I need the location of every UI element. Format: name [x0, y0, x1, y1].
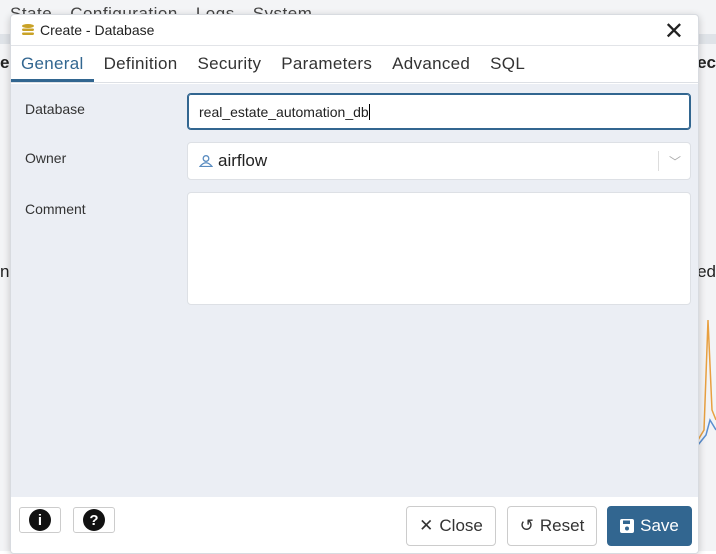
tab-parameters[interactable]: Parameters: [271, 54, 382, 82]
save-button[interactable]: Save: [607, 506, 692, 546]
user-icon: [199, 155, 213, 167]
bg-fragment: ed: [697, 262, 716, 281]
save-label: Save: [640, 516, 679, 535]
owner-value: airflow: [218, 151, 268, 170]
database-name-value: real_estate_automation_db: [199, 103, 369, 120]
database-name-input[interactable]: real_estate_automation_db: [187, 93, 691, 130]
dialog-footer: i ? ✕ Close ↺ Reset Save: [11, 497, 698, 553]
reset-button[interactable]: ↺ Reset: [507, 506, 597, 546]
close-icon[interactable]: ✕: [664, 17, 684, 46]
tab-definition[interactable]: Definition: [94, 54, 188, 82]
reset-label: Reset: [539, 516, 585, 535]
select-separator: [658, 151, 659, 171]
info-icon: i: [29, 509, 51, 531]
bg-fragment: ec: [697, 53, 716, 72]
save-icon: [620, 519, 635, 533]
dialog-titlebar: Create - Database ✕: [11, 15, 698, 46]
owner-select[interactable]: airflow ﹀: [187, 142, 691, 180]
database-label: Database: [25, 101, 85, 117]
tab-bar: General Definition Security Parameters A…: [11, 46, 698, 83]
owner-label: Owner: [25, 150, 67, 166]
help-icon: ?: [83, 509, 105, 531]
chevron-down-icon[interactable]: ﹀: [669, 153, 681, 170]
reset-icon: ↺: [519, 516, 534, 535]
close-icon: ✕: [419, 516, 434, 535]
dialog-title: Create - Database: [40, 22, 155, 38]
bg-fragment: e: [0, 53, 10, 72]
create-database-dialog: Create - Database ✕ General Definition S…: [10, 14, 699, 554]
comment-label: Comment: [25, 201, 86, 217]
database-icon: [22, 24, 34, 35]
close-label: Close: [439, 516, 483, 535]
help-button[interactable]: ?: [73, 507, 115, 533]
tab-general[interactable]: General: [11, 54, 94, 82]
comment-textarea[interactable]: [187, 192, 691, 305]
form-body: Database real_estate_automation_db Owner…: [11, 84, 698, 497]
tab-security[interactable]: Security: [187, 54, 271, 82]
background-chart: [698, 319, 716, 446]
info-button[interactable]: i: [19, 507, 61, 533]
bg-fragment: n: [0, 262, 10, 281]
tab-sql[interactable]: SQL: [480, 54, 535, 82]
tab-advanced[interactable]: Advanced: [382, 54, 480, 82]
close-button[interactable]: ✕ Close: [406, 506, 496, 546]
